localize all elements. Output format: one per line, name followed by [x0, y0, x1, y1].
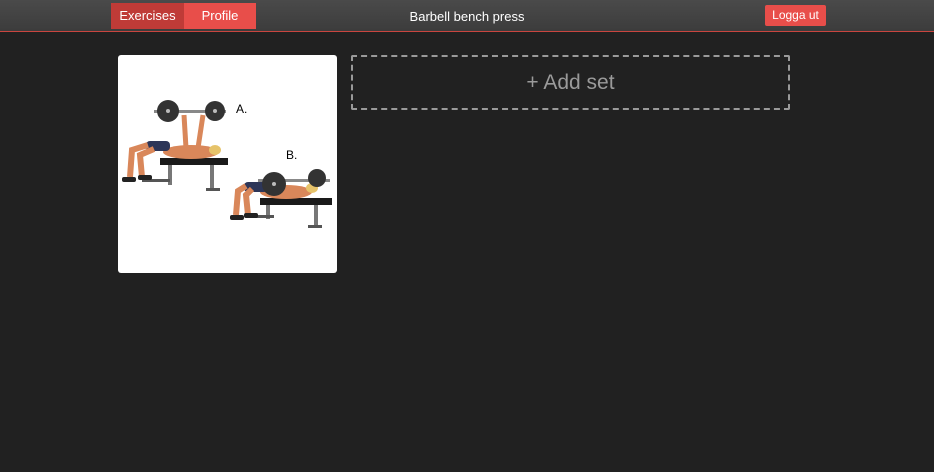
exercise-illustration: A. B. [118, 55, 337, 273]
label-a: A. [236, 102, 247, 116]
label-b: B. [286, 148, 297, 162]
top-navigation-bar: Exercises Profile Barbell bench press Lo… [0, 0, 934, 32]
logout-button[interactable]: Logga ut [765, 5, 826, 26]
figure-b: B. [230, 148, 332, 228]
bench-press-illustration: A. B. [122, 100, 332, 228]
figure-a: A. [122, 100, 247, 191]
add-set-button[interactable]: + Add set [351, 55, 790, 110]
